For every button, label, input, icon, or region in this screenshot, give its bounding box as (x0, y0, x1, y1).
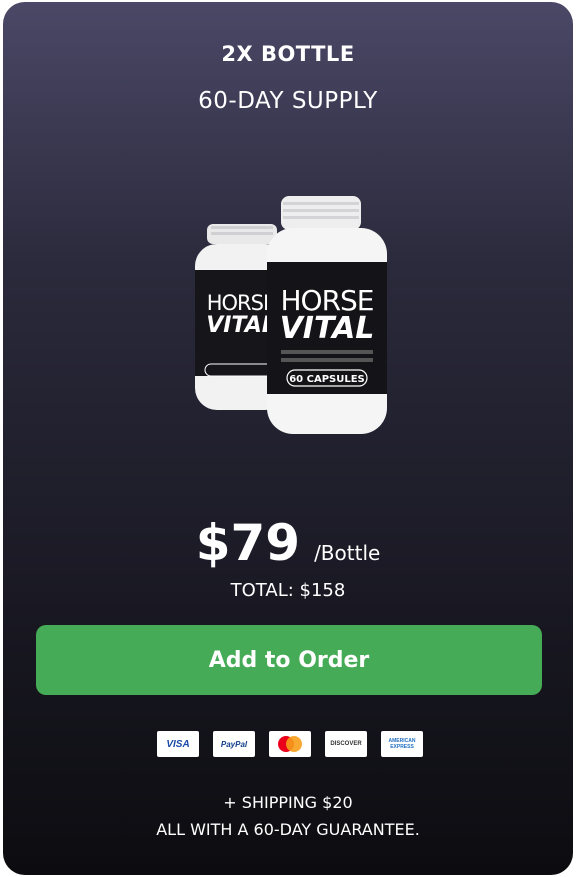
svg-text:VITAL: VITAL (206, 313, 276, 338)
payment-methods: VISA PayPal DISCOVER AMERICAN EXPRESS (157, 731, 423, 759)
shipping-text: + SHIPPING $20 (223, 793, 353, 812)
amex-icon: AMERICAN EXPRESS (381, 731, 423, 757)
price-value: $79 (195, 514, 301, 572)
offer-title: 2X BOTTLE (221, 42, 355, 66)
visa-icon: VISA (157, 731, 199, 757)
product-bottle-front: HORSE VITAL 60 CAPSULES (267, 196, 387, 434)
offer-subtitle: 60-DAY SUPPLY (198, 88, 378, 114)
svg-text:HORSE: HORSE (207, 291, 276, 315)
svg-text:VITAL: VITAL (280, 311, 375, 346)
product-image: HORSE VITAL HORSE VITAL 60 CAPSULES (195, 196, 387, 434)
guarantee-text: ALL WITH A 60-DAY GUARANTEE. (156, 820, 420, 839)
paypal-icon: PayPal (213, 731, 255, 757)
svg-text:60 CAPSULES: 60 CAPSULES (289, 374, 365, 385)
offer-card: 2X BOTTLE 60-DAY SUPPLY HORSE VITAL HORS… (3, 2, 573, 875)
add-to-order-button[interactable]: Add to Order (36, 625, 542, 695)
discover-icon: DISCOVER (325, 731, 367, 757)
mastercard-icon (269, 731, 311, 757)
price-unit: /Bottle (314, 541, 381, 565)
price-row: $79/Bottle (3, 514, 573, 572)
total-price: TOTAL: $158 (230, 580, 346, 601)
amex-line2: EXPRESS (390, 744, 414, 750)
